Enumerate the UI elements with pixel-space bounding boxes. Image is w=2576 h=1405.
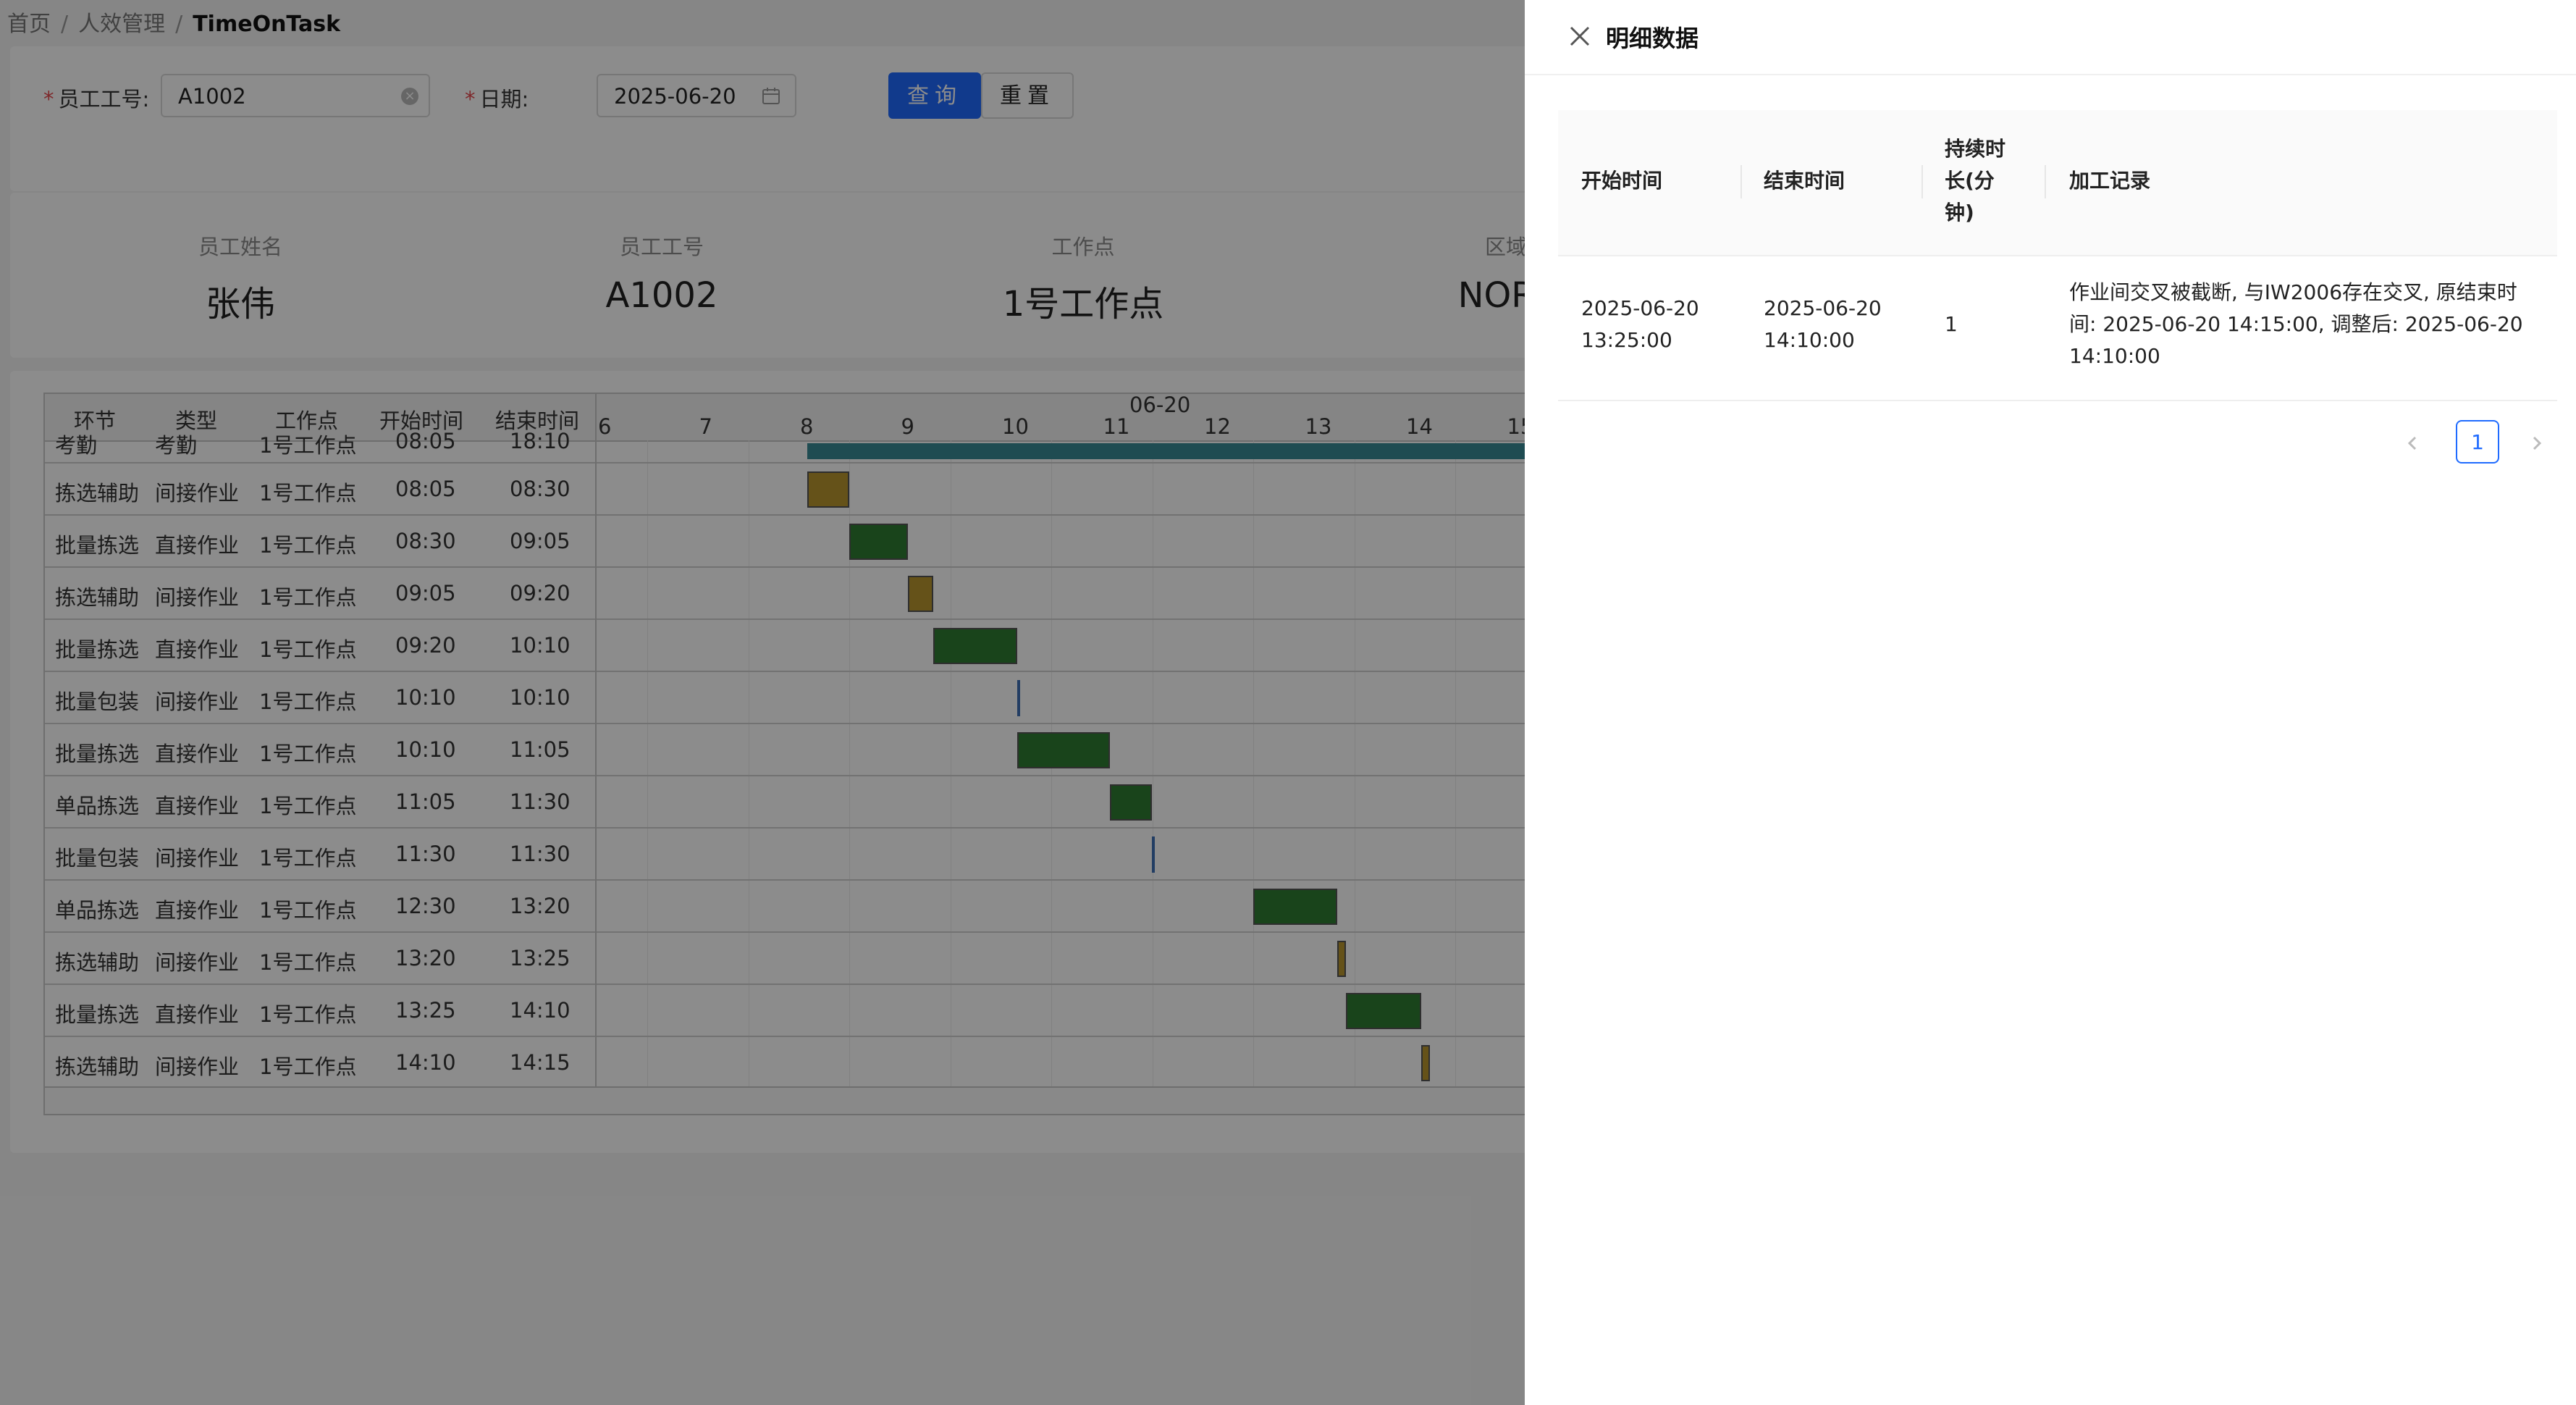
drawer-title: 明细数据 <box>1606 25 1699 52</box>
drawer-header: 明细数据 <box>1525 0 2576 75</box>
detail-start-time: 2025-06-20 13:25:00 <box>1581 296 1699 352</box>
detail-table-header: 开始时间 结束时间 持续时 长(分 钟) 加工记录 <box>1558 110 2557 256</box>
detail-drawer: 明细数据 开始时间 结束时间 持续时 长(分 钟) 加工记录 2025-06-20 1… <box>1525 0 2576 1405</box>
detail-col-end: 结束时间 <box>1764 169 1845 193</box>
detail-table-row: 2025-06-20 13:25:00 2025-06-20 14:10:00 1 … <box>1558 255 2557 401</box>
close-icon[interactable] <box>1565 22 1594 51</box>
next-page-icon[interactable] <box>2522 420 2551 466</box>
detail-record: 作业间交叉被截断, 与IW2006存在交叉, 原结束时 间: 2025-06-20… <box>2069 280 2523 368</box>
prev-page-icon[interactable] <box>2398 420 2427 466</box>
drawer-mask[interactable] <box>0 0 1525 1405</box>
detail-col-start: 开始时间 <box>1581 169 1663 193</box>
page-number[interactable]: 1 <box>2456 420 2499 464</box>
detail-duration: 1 <box>1945 312 1958 336</box>
detail-col-record: 加工记录 <box>2069 169 2151 193</box>
detail-col-duration: 持续时 长(分 钟) <box>1945 137 2006 225</box>
detail-end-time: 2025-06-20 14:10:00 <box>1764 296 1882 352</box>
